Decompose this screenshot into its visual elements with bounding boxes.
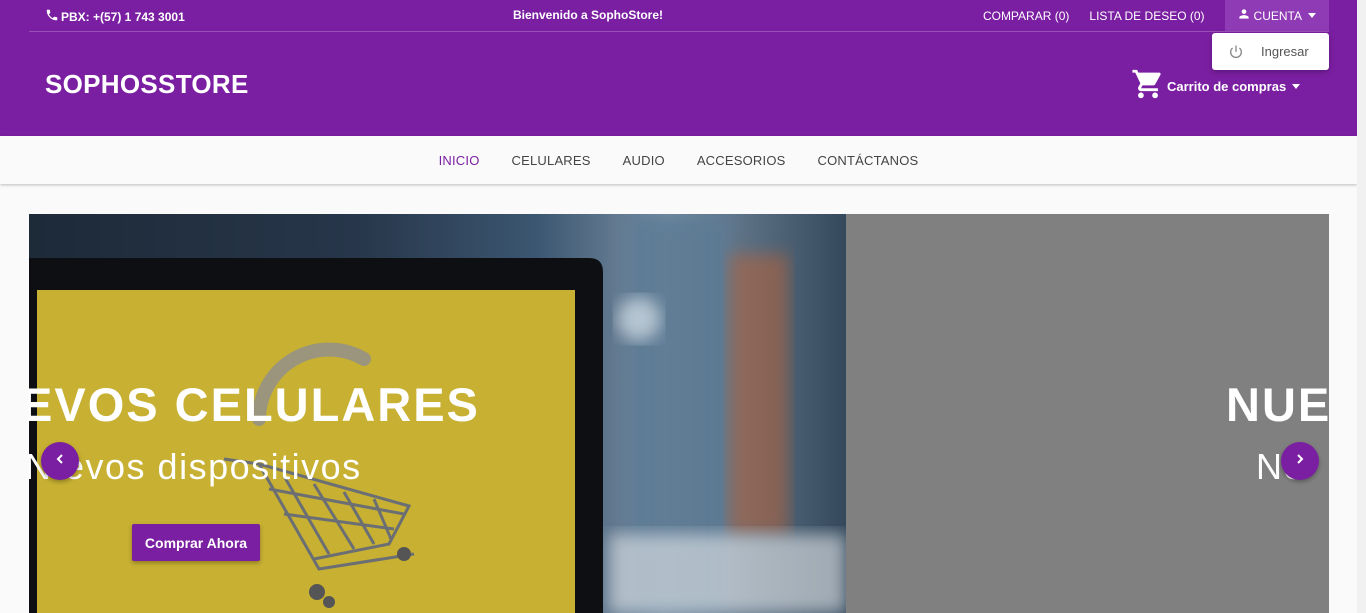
power-icon (1228, 44, 1244, 60)
chevron-left-icon (52, 451, 68, 472)
nav-item-audio[interactable]: AUDIO (623, 153, 665, 168)
carousel-prev-button[interactable] (41, 442, 79, 480)
shopping-cart-icon (1131, 67, 1165, 106)
brand-logo[interactable]: SOPHOSSTORE (45, 69, 249, 100)
phone-icon (45, 8, 59, 25)
slide-title: EVOS CELULARES (29, 378, 480, 431)
nav-item-inicio[interactable]: INICIO (439, 153, 480, 168)
nav-item-accesorios[interactable]: ACCESORIOS (697, 153, 786, 168)
nav-item-celulares[interactable]: CELULARES (512, 153, 591, 168)
nav-item-contactanos[interactable]: CONTÁCTANOS (818, 153, 919, 168)
carousel-slide-2: NUE Ne (846, 214, 1329, 613)
page-scrollbar[interactable] (1357, 0, 1366, 613)
top-bar: PBX: +(57) 1 743 3001 Bienvenido a Sopho… (29, 0, 1329, 32)
cart-label: Carrito de compras (1167, 79, 1287, 94)
phone-number: PBX: +(57) 1 743 3001 (61, 9, 185, 24)
slide-subtitle: N evos dispositivos (29, 446, 362, 487)
site-header: PBX: +(57) 1 743 3001 Bienvenido a Sopho… (0, 0, 1357, 136)
caret-down-icon (1308, 13, 1316, 18)
login-label: Ingresar (1261, 44, 1309, 59)
chevron-right-icon (1292, 451, 1308, 472)
caret-down-icon (1292, 84, 1301, 89)
buy-now-button[interactable]: Comprar Ahora (132, 524, 260, 561)
welcome-message: Bienvenido a SophoStore! (513, 8, 664, 22)
wishlist-link[interactable]: LISTA DE DESEO (0) (1089, 9, 1204, 23)
account-label: CUENTA (1253, 8, 1302, 23)
top-links: COMPARAR (0) LISTA DE DESEO (0) CUENTA (983, 0, 1329, 31)
user-icon (1237, 7, 1251, 24)
hero-carousel: EVOS CELULARES N evos dispositivos Compr… (29, 214, 1329, 613)
cart-button[interactable]: Carrito de compras (1131, 67, 1301, 106)
account-menu-login[interactable]: Ingresar (1212, 33, 1329, 70)
slide-title: NUE (1226, 378, 1329, 431)
account-button[interactable]: CUENTA (1224, 0, 1329, 31)
phone-info: PBX: +(57) 1 743 3001 (45, 8, 185, 25)
compare-link[interactable]: COMPARAR (0) (983, 9, 1069, 23)
carousel-next-button[interactable] (1281, 442, 1319, 480)
main-nav: INICIO CELULARES AUDIO ACCESORIOS CONTÁC… (0, 136, 1357, 184)
carousel-slide-1: EVOS CELULARES N evos dispositivos Compr… (29, 214, 846, 613)
